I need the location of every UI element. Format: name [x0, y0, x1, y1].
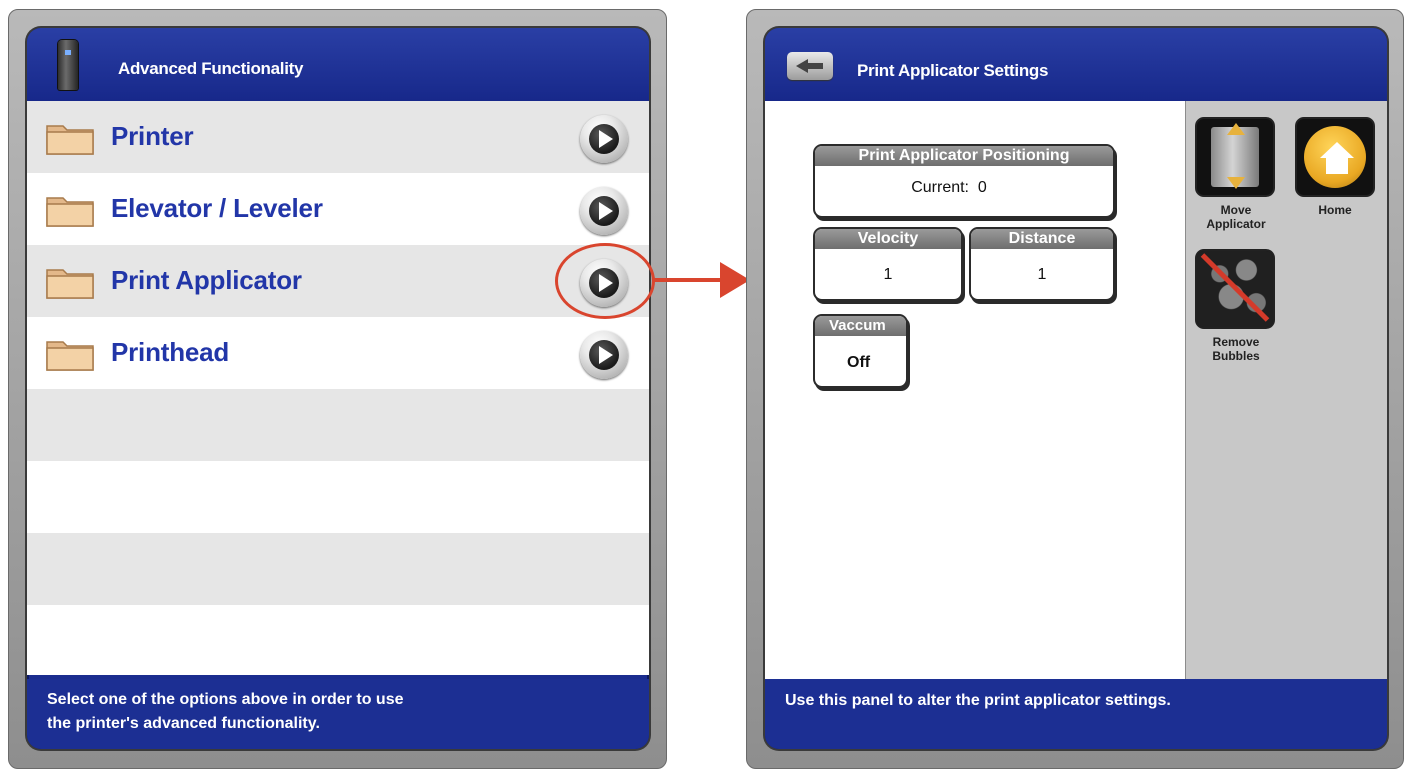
empty-row	[27, 461, 649, 533]
label-line: Applicator	[1206, 217, 1266, 231]
play-arrow-icon[interactable]	[580, 115, 628, 163]
move-applicator-label: Move Applicator	[1191, 203, 1281, 231]
help-text-line: the printer's advanced functionality.	[47, 715, 320, 732]
folder-icon	[46, 341, 94, 371]
folder-icon	[46, 125, 94, 155]
advanced-functionality-screen: Advanced Functionality Printer Elevator …	[27, 28, 649, 749]
menu-item-printhead[interactable]: Printhead	[27, 317, 649, 389]
label-line: Remove	[1212, 335, 1260, 349]
settings-area: Print Applicator Positioning Current: 0 …	[765, 101, 1185, 679]
home-button[interactable]	[1295, 117, 1375, 197]
help-text-line: Select one of the options above in order…	[47, 691, 404, 708]
positioning-field[interactable]: Print Applicator Positioning Current: 0	[813, 144, 1115, 218]
left-device-frame: Advanced Functionality Printer Elevator …	[8, 9, 667, 769]
menu-item-label: Print Applicator	[111, 265, 302, 295]
home-label: Home	[1318, 203, 1352, 217]
positioning-label: Print Applicator Positioning	[815, 146, 1113, 166]
move-applicator-button[interactable]	[1195, 117, 1275, 197]
print-applicator-settings-screen: Print Applicator Settings Print Applicat…	[765, 28, 1387, 749]
right-header: Print Applicator Settings	[765, 28, 1387, 101]
menu-item-label: Printhead	[111, 337, 230, 367]
home-base-shape	[1326, 158, 1348, 174]
vacuum-toggle[interactable]: Vaccum Off	[813, 314, 908, 388]
remove-bubbles-button[interactable]	[1195, 249, 1275, 329]
label-line: Move	[1220, 203, 1252, 217]
menu-item-printer[interactable]: Printer	[27, 101, 649, 173]
right-footer: Use this panel to alter the print applic…	[765, 679, 1387, 749]
label-line: Bubbles	[1212, 349, 1260, 363]
help-text: Select one of the options above in order…	[47, 688, 404, 736]
menu-item-label: Printer	[111, 121, 194, 151]
distance-field[interactable]: Distance 1	[969, 227, 1115, 301]
velocity-value: 1	[883, 266, 893, 283]
velocity-field[interactable]: Velocity 1	[813, 227, 963, 301]
vacuum-label: Vaccum	[815, 316, 906, 336]
connector-arrow-line	[654, 278, 726, 282]
distance-label: Distance	[971, 229, 1113, 249]
positioning-value: Current: 0	[911, 179, 987, 196]
empty-row	[27, 389, 649, 461]
page-title: Advanced Functionality	[118, 59, 304, 78]
back-button[interactable]	[787, 52, 833, 80]
arrow-up-icon	[1227, 123, 1245, 135]
empty-row	[27, 533, 649, 605]
highlight-circle	[555, 243, 655, 319]
empty-row	[27, 605, 649, 675]
home-roof-shape	[1320, 142, 1354, 158]
folder-icon	[46, 269, 94, 299]
play-arrow-icon[interactable]	[580, 187, 628, 235]
menu-item-label: Elevator / Leveler	[111, 193, 323, 223]
right-device-frame: Print Applicator Settings Print Applicat…	[746, 9, 1404, 769]
left-footer: Select one of the options above in order…	[27, 679, 649, 749]
folder-icon	[46, 197, 94, 227]
vacuum-value: Off	[847, 354, 871, 371]
arrow-down-icon	[1227, 177, 1245, 189]
left-header: Advanced Functionality	[27, 28, 649, 101]
help-text: Use this panel to alter the print applic…	[785, 692, 1171, 709]
play-arrow-icon[interactable]	[580, 331, 628, 379]
page-title: Print Applicator Settings	[857, 61, 1049, 80]
menu-list: Printer Elevator / Leveler Print Applica…	[27, 101, 649, 675]
menu-item-elevator-leveler[interactable]: Elevator / Leveler	[27, 173, 649, 245]
remove-bubbles-label: Remove Bubbles	[1191, 335, 1281, 363]
printer-icon	[58, 40, 78, 90]
distance-value: 1	[1037, 266, 1047, 283]
velocity-label: Velocity	[815, 229, 961, 249]
